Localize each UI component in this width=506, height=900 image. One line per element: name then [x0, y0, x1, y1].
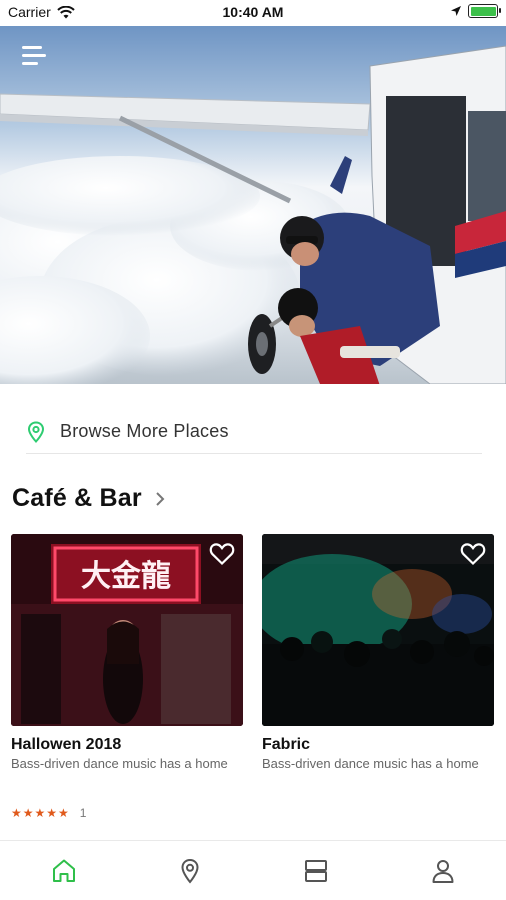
status-right	[450, 4, 501, 18]
map-pin-icon[interactable]	[176, 857, 204, 885]
status-time: 10:40 AM	[222, 4, 284, 20]
browse-more-places-link[interactable]: Browse More Places	[26, 410, 482, 454]
card-rating: ★★★★★ 1	[11, 806, 86, 820]
hamburger-menu-icon	[22, 46, 42, 49]
chevron-right-icon	[156, 491, 165, 506]
card-image	[262, 534, 494, 726]
section-title: Café & Bar	[12, 484, 142, 512]
place-card[interactable]: 大金龍 Hallowen 2018 Bass-driven dance musi…	[11, 534, 245, 772]
card-title: Hallowen 2018	[11, 736, 122, 753]
profile-icon[interactable]	[429, 857, 457, 885]
browse-label: Browse More Places	[60, 421, 229, 441]
hamburger-line	[22, 54, 46, 57]
rating-count: 1	[79, 806, 87, 820]
location-arrow-icon	[451, 6, 461, 16]
heart-icon[interactable]	[460, 542, 486, 566]
status-bar: Carrier 10:40 AM	[0, 0, 506, 26]
card-description: Bass-driven dance music has a home	[11, 756, 228, 771]
hamburger-line	[22, 62, 38, 65]
card-title: Fabric	[262, 736, 311, 753]
card-image: 大金龍	[11, 534, 243, 726]
battery-icon	[468, 4, 501, 18]
place-card[interactable]: Fabric Bass-driven dance music has a hom…	[262, 534, 496, 772]
hero-image	[0, 26, 506, 384]
heart-icon[interactable]	[209, 542, 235, 566]
map-pin-icon	[27, 420, 45, 443]
neon-sign-text: 大金龍	[81, 559, 171, 594]
menu-button[interactable]	[22, 46, 46, 66]
star-rating-icons: ★★★★★	[11, 806, 70, 820]
card-description: Bass-driven dance music has a home	[262, 756, 479, 771]
bottom-tab-bar	[0, 840, 506, 900]
hero-illustration	[0, 26, 506, 384]
home-icon[interactable]	[50, 857, 78, 885]
list-layout-icon[interactable]	[302, 857, 330, 885]
section-cafe-bar-header[interactable]: Café & Bar	[12, 484, 166, 513]
battery-level	[470, 6, 496, 16]
